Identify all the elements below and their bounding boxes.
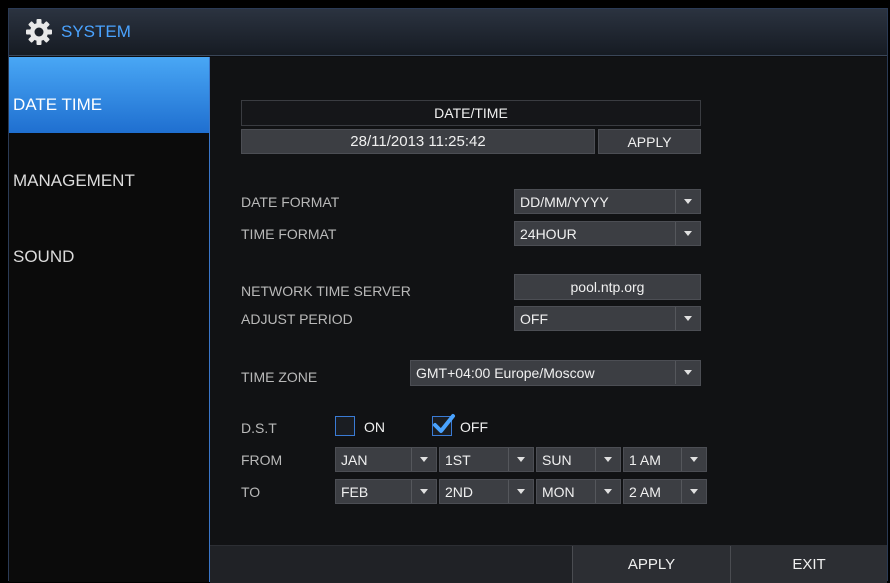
adjust-period-value: OFF bbox=[520, 311, 548, 327]
dst-from-label: FROM bbox=[241, 452, 283, 468]
chevron-down-icon bbox=[675, 190, 700, 213]
dst-from-week-value: 1ST bbox=[445, 452, 471, 468]
exit-button[interactable]: EXIT bbox=[730, 546, 887, 583]
dst-from-hour-value: 1 AM bbox=[629, 452, 661, 468]
date-format-value: DD/MM/YYYY bbox=[520, 194, 609, 210]
chevron-down-icon bbox=[595, 448, 620, 471]
dst-on-checkbox[interactable] bbox=[335, 416, 355, 436]
dst-on-label: ON bbox=[364, 419, 385, 435]
sidebar-item-sound[interactable]: SOUND bbox=[9, 209, 209, 285]
time-format-select[interactable]: 24HOUR bbox=[514, 221, 701, 246]
chevron-down-icon bbox=[681, 480, 706, 503]
date-time-panel: DATE/TIME 28/11/2013 11:25:42 APPLY DATE… bbox=[210, 57, 887, 545]
chevron-down-icon bbox=[675, 361, 700, 384]
dst-to-day-value: MON bbox=[542, 484, 575, 500]
ntp-label: NETWORK TIME SERVER bbox=[241, 283, 411, 299]
chevron-down-icon bbox=[681, 448, 706, 471]
time-zone-label: TIME ZONE bbox=[241, 369, 318, 385]
date-format-select[interactable]: DD/MM/YYYY bbox=[514, 189, 701, 214]
title-bar: SYSTEM bbox=[9, 9, 887, 56]
footer-bar: APPLY EXIT bbox=[210, 545, 887, 583]
dst-from-day-value: SUN bbox=[542, 452, 572, 468]
dst-to-month-select[interactable]: FEB bbox=[335, 479, 437, 504]
chevron-down-icon bbox=[675, 307, 700, 330]
chevron-down-icon bbox=[675, 222, 700, 245]
dst-from-hour-select[interactable]: 1 AM bbox=[623, 447, 707, 472]
dst-from-month-value: JAN bbox=[341, 452, 368, 468]
chevron-down-icon bbox=[411, 448, 436, 471]
ntp-server-input[interactable]: pool.ntp.org bbox=[514, 274, 701, 300]
footer-apply-button[interactable]: APPLY bbox=[572, 546, 730, 583]
adjust-period-select[interactable]: OFF bbox=[514, 306, 701, 331]
dst-off-checkbox[interactable] bbox=[432, 414, 455, 436]
sidebar-item-label: DATE TIME bbox=[13, 95, 103, 114]
dst-to-week-value: 2ND bbox=[445, 484, 474, 500]
dst-to-hour-select[interactable]: 2 AM bbox=[623, 479, 707, 504]
sidebar-item-date-time[interactable]: DATE TIME bbox=[9, 57, 209, 133]
dst-from-week-select[interactable]: 1ST bbox=[439, 447, 534, 472]
dst-to-month-value: FEB bbox=[341, 484, 369, 500]
dst-from-day-select[interactable]: SUN bbox=[536, 447, 621, 472]
sidebar-item-label: MANAGEMENT bbox=[13, 171, 135, 190]
sidebar: DATE TIME MANAGEMENT SOUND bbox=[9, 57, 210, 582]
dst-to-label: TO bbox=[241, 484, 261, 500]
date-format-label: DATE FORMAT bbox=[241, 194, 340, 210]
time-zone-select[interactable]: GMT+04:00 Europe/Moscow bbox=[410, 360, 701, 386]
dst-off-label: OFF bbox=[460, 419, 488, 435]
dst-from-month-select[interactable]: JAN bbox=[335, 447, 437, 472]
dst-label: D.S.T bbox=[241, 420, 277, 436]
datetime-apply-button[interactable]: APPLY bbox=[598, 129, 701, 154]
dst-to-hour-value: 2 AM bbox=[629, 484, 661, 500]
chevron-down-icon bbox=[508, 480, 533, 503]
chevron-down-icon bbox=[411, 480, 436, 503]
time-format-value: 24HOUR bbox=[520, 226, 577, 242]
adjust-period-label: ADJUST PERIOD bbox=[241, 311, 353, 327]
dst-to-week-select[interactable]: 2ND bbox=[439, 479, 534, 504]
time-zone-value: GMT+04:00 Europe/Moscow bbox=[416, 365, 595, 381]
sidebar-item-management[interactable]: MANAGEMENT bbox=[9, 133, 209, 209]
chevron-down-icon bbox=[595, 480, 620, 503]
system-window: SYSTEM DATE TIME MANAGEMENT SOUND DATE/T… bbox=[8, 8, 888, 583]
chevron-down-icon bbox=[508, 448, 533, 471]
dst-to-day-select[interactable]: MON bbox=[536, 479, 621, 504]
window-title: SYSTEM bbox=[61, 22, 131, 41]
datetime-field[interactable]: 28/11/2013 11:25:42 bbox=[241, 129, 595, 154]
checkmark-icon bbox=[433, 414, 455, 433]
sidebar-item-label: SOUND bbox=[13, 247, 75, 266]
datetime-header: DATE/TIME bbox=[241, 100, 701, 126]
time-format-label: TIME FORMAT bbox=[241, 226, 337, 242]
gear-icon bbox=[26, 19, 52, 45]
